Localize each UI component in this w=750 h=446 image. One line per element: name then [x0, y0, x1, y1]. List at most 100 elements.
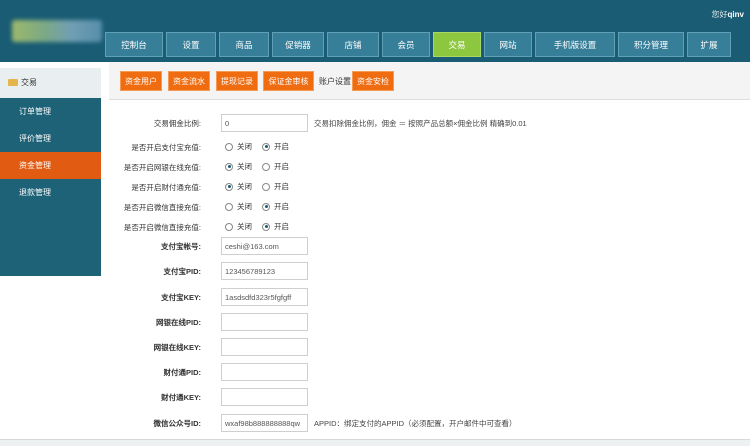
toggle-label: 是否开启财付通充值:: [131, 183, 201, 192]
radio-off[interactable]: 关闭: [225, 201, 252, 212]
field-label: 财付通PID:: [163, 368, 202, 377]
toggle-tenpay-row: 是否开启财付通充值: 关闭 开启: [109, 178, 409, 196]
tab-fund-flow[interactable]: 资金流水: [168, 71, 210, 91]
tab-fund-security[interactable]: 资金安检: [352, 71, 394, 91]
wechat-appid-input[interactable]: [221, 414, 308, 432]
tenpay-key-input[interactable]: [221, 388, 308, 406]
sidebar-title: 交易: [21, 78, 37, 87]
alipay-pid-row: 支付宝PID:: [109, 262, 409, 280]
field-label: 微信公众号ID:: [153, 419, 202, 428]
alipay-account-input[interactable]: [221, 237, 308, 255]
radio-dot[interactable]: [262, 162, 270, 171]
nav-item-store[interactable]: 店铺: [327, 32, 379, 57]
radio-off-label: 关闭: [237, 202, 252, 211]
tenpay-pid-row: 财付通PID:: [109, 363, 409, 381]
radio-off-label: 关闭: [237, 162, 252, 171]
radio-dot[interactable]: [225, 202, 233, 211]
tenpay-pid-input[interactable]: [221, 363, 308, 381]
chinabank-pid-row: 网银在线PID:: [109, 313, 409, 331]
top-header: 您好qinv 控制台 设置 商品 促销器 店铺 会员 交易 网站 手机版设置 积…: [0, 0, 750, 62]
nav-item-member[interactable]: 会员: [382, 32, 430, 57]
field-label: 财付通KEY:: [161, 393, 201, 402]
toggle-chinabank-row: 是否开启网银在线充值: 关闭 开启: [109, 158, 409, 176]
radio-on[interactable]: 开启: [262, 201, 289, 212]
chinabank-pid-input[interactable]: [221, 313, 308, 331]
radio-dot[interactable]: [225, 162, 233, 171]
alipay-key-row: 支付宝KEY:: [109, 288, 409, 306]
field-label: 支付宝帐号:: [161, 242, 201, 251]
sidebar-panel: 交易 订单管理 评价管理 资金管理 退款管理: [0, 68, 101, 276]
tenpay-key-row: 财付通KEY:: [109, 388, 409, 406]
sidebar-item-refunds[interactable]: 退款管理: [0, 179, 101, 206]
radio-dot[interactable]: [225, 182, 233, 191]
alipay-account-row: 支付宝帐号:: [109, 237, 409, 255]
radio-on[interactable]: 开启: [262, 221, 289, 232]
field-label: 支付宝KEY:: [161, 293, 201, 302]
nav-item-promotion[interactable]: 促销器: [272, 32, 324, 57]
radio-dot[interactable]: [262, 182, 270, 191]
radio-off[interactable]: 关闭: [225, 141, 252, 152]
commission-row: 交易佣金比例: 交易扣除佣金比例，佣金 ＝ 按照产品总额×佣金比例 精确到0.0…: [109, 114, 750, 132]
sidebar-item-orders[interactable]: 订单管理: [0, 98, 101, 125]
toggle-label: 是否开启微信直接充值:: [123, 223, 201, 232]
radio-off-label: 关闭: [237, 142, 252, 151]
nav-item-dashboard[interactable]: 控制台: [105, 32, 163, 57]
radio-dot[interactable]: [262, 202, 270, 211]
sidebar-item-reviews[interactable]: 评价管理: [0, 125, 101, 152]
nav-item-trade[interactable]: 交易: [433, 32, 481, 57]
alipay-pid-input[interactable]: [221, 262, 308, 280]
radio-on[interactable]: 开启: [262, 141, 289, 152]
nav-item-goods[interactable]: 商品: [219, 32, 269, 57]
radio-on-label: 开启: [274, 162, 289, 171]
radio-dot[interactable]: [225, 222, 233, 231]
folder-icon: [8, 79, 18, 86]
nav-item-extensions[interactable]: 扩展: [687, 32, 731, 57]
main-nav: 控制台 设置 商品 促销器 店铺 会员 交易 网站 手机版设置 积分管理 扩展: [105, 32, 731, 57]
sidebar-item-funds[interactable]: 资金管理: [0, 152, 101, 179]
toggle-label: 是否开启微信直接充值:: [123, 203, 201, 212]
sidebar: 交易 订单管理 评价管理 资金管理 退款管理: [0, 62, 101, 446]
radio-off[interactable]: 关闭: [225, 161, 252, 172]
radio-dot[interactable]: [262, 222, 270, 231]
tab-fund-users[interactable]: 资金用户: [120, 71, 162, 91]
radio-on-label: 开启: [274, 142, 289, 151]
main-content: 资金用户 资金流水 提现记录 保证金审核 账户设置 资金安检 交易佣金比例: 交…: [109, 62, 750, 446]
radio-dot[interactable]: [262, 142, 270, 151]
nav-item-mobile-settings[interactable]: 手机版设置: [535, 32, 615, 57]
commission-input[interactable]: [221, 114, 308, 132]
bottom-status-bar: [0, 439, 750, 446]
nav-item-website[interactable]: 网站: [484, 32, 532, 57]
radio-off-label: 关闭: [237, 222, 252, 231]
radio-on-label: 开启: [274, 202, 289, 211]
chinabank-key-row: 网银在线KEY:: [109, 338, 409, 356]
radio-dot[interactable]: [225, 142, 233, 151]
field-label: 支付宝PID:: [163, 267, 202, 276]
alipay-key-input[interactable]: [221, 288, 308, 306]
tab-deposit-review[interactable]: 保证金审核: [263, 71, 314, 91]
radio-off[interactable]: 关闭: [225, 181, 252, 192]
site-logo: [12, 20, 102, 42]
chinabank-key-input[interactable]: [221, 338, 308, 356]
radio-off[interactable]: 关闭: [225, 221, 252, 232]
sub-tab-bar: 资金用户 资金流水 提现记录 保证金审核 账户设置 资金安检: [109, 62, 750, 100]
toggle-label: 是否开启支付宝充值:: [131, 143, 201, 152]
field-label: 网银在线KEY:: [153, 343, 201, 352]
radio-on-label: 开启: [274, 182, 289, 191]
radio-on[interactable]: 开启: [262, 181, 289, 192]
nav-item-settings[interactable]: 设置: [166, 32, 216, 57]
toggle-label: 是否开启网银在线充值:: [123, 163, 201, 172]
commission-label: 交易佣金比例:: [153, 119, 201, 128]
radio-on[interactable]: 开启: [262, 161, 289, 172]
nav-item-points[interactable]: 积分管理: [618, 32, 684, 57]
greeting-user[interactable]: qinv: [728, 10, 744, 19]
toggle-alipay-row: 是否开启支付宝充值: 关闭 开启: [109, 138, 409, 156]
greeting-prefix: 您好: [711, 10, 728, 19]
field-label: 网银在线PID:: [156, 318, 201, 327]
radio-on-label: 开启: [274, 222, 289, 231]
tab-account-settings[interactable]: 账户设置: [314, 71, 356, 91]
toggle-wechat-row-2: 是否开启微信直接充值: 关闭 开启: [109, 218, 409, 236]
wechat-appid-hint: APPID：绑定支付的APPID（必须配置，开户邮件中可查看）: [314, 419, 517, 428]
tab-withdraw-records[interactable]: 提现记录: [216, 71, 258, 91]
toggle-wechat-row: 是否开启微信直接充值: 关闭 开启: [109, 198, 409, 216]
user-greeting: 您好qinv: [712, 9, 744, 20]
